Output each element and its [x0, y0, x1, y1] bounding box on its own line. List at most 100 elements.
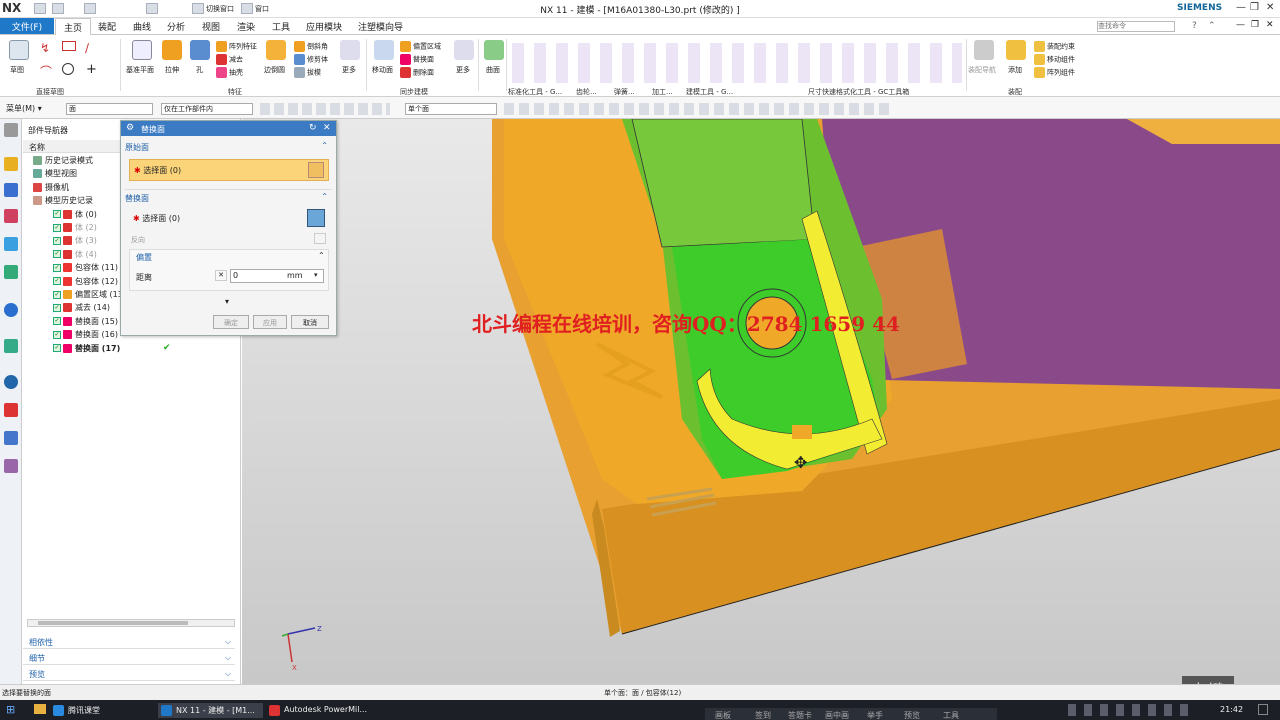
delete-face[interactable]: 删除面: [400, 67, 434, 78]
settings-icon[interactable]: [4, 123, 18, 137]
hd3d-icon[interactable]: [4, 265, 18, 279]
graphics-viewport[interactable]: 北斗编程在线培训，咨询QQ：2784 1659 44 ✥ Z X 左键: [242, 119, 1280, 684]
subtract[interactable]: 减去: [216, 54, 243, 65]
navigator-tree-item[interactable]: ✓ 包容体 (12): [53, 276, 118, 288]
taskbar-item-tencent[interactable]: 腾讯课堂: [50, 703, 104, 718]
apply-button[interactable]: 应用: [253, 315, 287, 329]
move-face-label[interactable]: 移动面: [372, 65, 393, 75]
tray-preview[interactable]: 预览: [904, 710, 920, 720]
tab-analysis[interactable]: 分析: [167, 20, 185, 33]
system-scene-icon[interactable]: [4, 459, 18, 473]
pattern-feature[interactable]: 阵列特征: [216, 41, 257, 52]
face-select-icon[interactable]: [308, 162, 324, 178]
visibility-checkbox[interactable]: ✓: [53, 290, 61, 299]
minimize-icon[interactable]: —: [1236, 2, 1246, 13]
point-icon[interactable]: +: [86, 62, 97, 77]
close-icon[interactable]: ✕: [1266, 2, 1274, 13]
chevron-up-icon[interactable]: ⌃: [318, 251, 325, 260]
visibility-checkbox[interactable]: ✓: [53, 344, 61, 353]
tab-application[interactable]: 应用模块: [306, 20, 342, 33]
windows-start-icon[interactable]: ⊞: [6, 703, 15, 716]
arc-icon[interactable]: ⌒: [40, 63, 52, 80]
sketch-icon[interactable]: [9, 40, 29, 60]
restore-icon[interactable]: ❐: [1250, 2, 1259, 13]
gc-toolbox-icons[interactable]: [512, 43, 962, 83]
unit-dropdown-icon[interactable]: ▾: [314, 271, 318, 279]
reuse-library-icon[interactable]: [4, 237, 18, 251]
navigator-tree-item[interactable]: ✓ 替换面 (16): [53, 329, 118, 341]
sketch-label[interactable]: 草图: [10, 65, 24, 75]
tray-raise-hand[interactable]: 举手: [867, 710, 883, 720]
more-features-label[interactable]: 更多: [342, 65, 356, 75]
extrude-icon[interactable]: [162, 40, 182, 60]
type-filter-select[interactable]: 面: [66, 103, 153, 115]
collapse-ribbon-icon[interactable]: ⌃: [1208, 21, 1216, 31]
scope-select[interactable]: 仅在工作部件内: [161, 103, 253, 115]
navigator-tree-item[interactable]: ✓ 减去 (14): [53, 302, 110, 314]
navigator-tree-item[interactable]: ✓ 替换面 (15): [53, 316, 118, 328]
visibility-checkbox[interactable]: ✓: [53, 250, 61, 259]
tray-tools[interactable]: 工具: [943, 710, 959, 720]
selection-tools-icons[interactable]: [260, 103, 390, 115]
constraint-nav-icon[interactable]: [4, 183, 18, 197]
navigator-tree-item[interactable]: 历史记录模式: [33, 155, 93, 167]
more-options-icon[interactable]: ▾: [225, 297, 229, 306]
visibility-checkbox[interactable]: ✓: [53, 236, 61, 245]
replacement-face-selector[interactable]: ✱ 选择面 (0): [129, 209, 329, 229]
draft[interactable]: 拔模: [294, 67, 321, 78]
extrude-label[interactable]: 拉伸: [165, 65, 179, 75]
assembly-nav-icon[interactable]: [974, 40, 994, 60]
web-browser-icon[interactable]: [4, 303, 18, 317]
navigator-tree-item[interactable]: 摄像机: [33, 182, 69, 194]
taskbar-item-nx[interactable]: NX 11 - 建模 - [M1...: [158, 703, 263, 718]
visibility-checkbox[interactable]: ✓: [53, 210, 61, 219]
doc-restore-icon[interactable]: ❐: [1251, 20, 1259, 30]
navigator-tree-item[interactable]: ✓ 替换面 (17) ✔: [53, 343, 171, 355]
tab-view[interactable]: 视图: [202, 20, 220, 33]
navigator-tree-item[interactable]: 模型视图: [33, 168, 77, 180]
panel-details[interactable]: 细节 ⌵: [23, 650, 235, 665]
tray-signin[interactable]: 签到: [755, 710, 771, 720]
original-face-selector[interactable]: ✱ 选择面 (0): [129, 159, 329, 181]
navigator-tree-item[interactable]: ✓ 体 (2): [53, 222, 97, 234]
distance-formula-icon[interactable]: ✕: [215, 270, 227, 281]
navigator-tree-item[interactable]: ✓ 体 (0): [53, 209, 97, 221]
navigator-tree-item[interactable]: ✓ 偏置区域 (13): [53, 289, 126, 301]
more-sync-label[interactable]: 更多: [456, 65, 470, 75]
panel-dependencies[interactable]: 相依性 ⌵: [23, 634, 235, 649]
visibility-checkbox[interactable]: ✓: [53, 223, 61, 232]
visibility-checkbox[interactable]: ✓: [53, 317, 61, 326]
surface-icon[interactable]: [484, 40, 504, 60]
assembly-constraint[interactable]: 装配约束: [1034, 41, 1075, 52]
tray-whiteboard[interactable]: 画板: [715, 710, 731, 720]
hscroll-thumb[interactable]: [38, 621, 188, 625]
system-tray-icons[interactable]: [1068, 704, 1188, 716]
line-icon[interactable]: ∕: [85, 41, 89, 55]
file-explorer-icon[interactable]: [34, 704, 46, 714]
tab-home[interactable]: 主页: [55, 18, 91, 35]
edge-blend-icon[interactable]: [266, 40, 286, 60]
navigator-tree-item[interactable]: 模型历史记录: [33, 195, 93, 207]
move-face-icon[interactable]: [374, 40, 394, 60]
notification-icon[interactable]: [1258, 704, 1268, 715]
circle-icon[interactable]: [62, 63, 74, 75]
panel-preview[interactable]: 预览 ⌵: [23, 666, 235, 681]
trim-body[interactable]: 修剪体: [294, 54, 328, 65]
offset-region[interactable]: 偏置区域: [400, 41, 441, 52]
visibility-checkbox[interactable]: ✓: [53, 263, 61, 272]
pattern-component[interactable]: 阵列组件: [1034, 67, 1075, 78]
tab-assembly[interactable]: 装配: [98, 20, 116, 33]
doc-close-icon[interactable]: ✕: [1266, 20, 1274, 30]
assembly-nav-label[interactable]: 装配导航: [968, 65, 996, 75]
navigator-tree-item[interactable]: ✓ 体 (3): [53, 235, 97, 247]
tab-curve[interactable]: 曲线: [133, 20, 151, 33]
history-icon[interactable]: [4, 339, 18, 353]
palette-icon[interactable]: [4, 403, 18, 417]
shell[interactable]: 抽壳: [216, 67, 243, 78]
doc-minimize-icon[interactable]: —: [1236, 20, 1245, 30]
rectangle-icon[interactable]: [62, 41, 76, 51]
dialog-title-bar[interactable]: ⚙ 替换面 ↻ ✕: [121, 121, 336, 136]
datum-plane-label[interactable]: 基准平面: [126, 65, 154, 75]
visibility-checkbox[interactable]: ✓: [53, 277, 61, 286]
replacement-face-section[interactable]: 替换面 ⌃: [125, 189, 332, 204]
